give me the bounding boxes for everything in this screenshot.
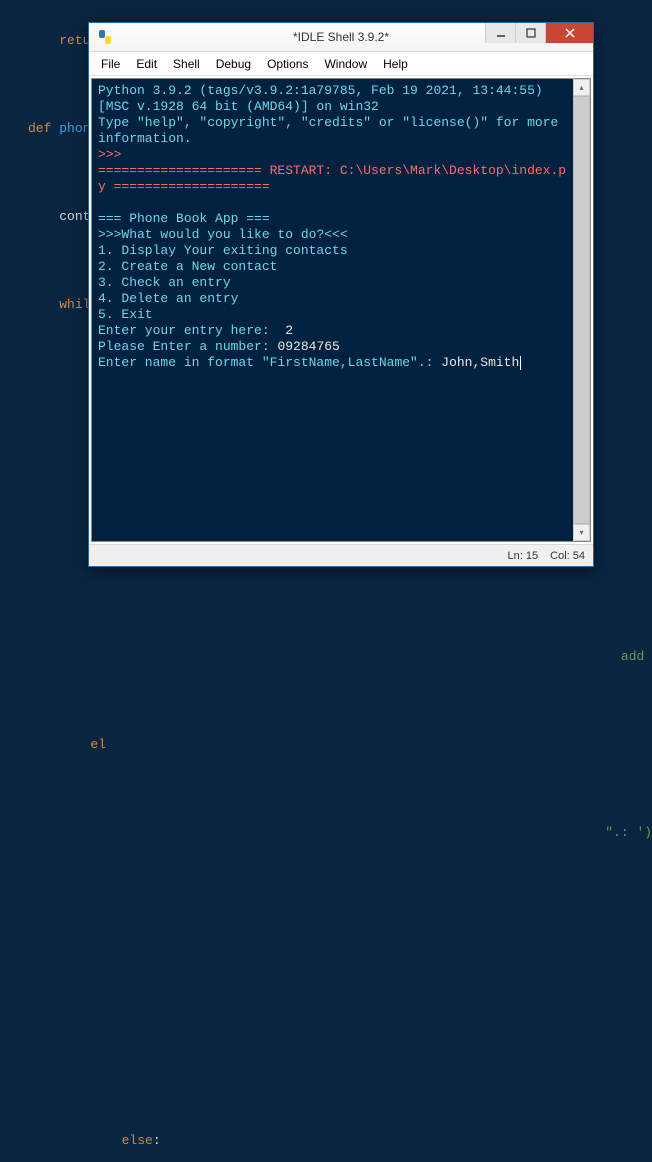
status-col: Col: 54 xyxy=(550,550,585,562)
menu-options[interactable]: Options xyxy=(259,54,316,74)
shell-output[interactable]: Python 3.9.2 (tags/v3.9.2:1a79785, Feb 1… xyxy=(92,79,573,541)
maximize-button[interactable] xyxy=(515,23,545,43)
restart-line: ===================== RESTART: C:\Users\… xyxy=(98,163,566,194)
status-line: Ln: 15 xyxy=(508,550,539,562)
entry-value: 2 xyxy=(285,323,293,338)
menu-opt-3: 3. Check an entry xyxy=(98,275,231,290)
number-prompt: Please Enter a number: xyxy=(98,339,277,354)
menu-debug[interactable]: Debug xyxy=(208,54,259,74)
menu-help[interactable]: Help xyxy=(375,54,416,74)
kw-def: def xyxy=(28,121,51,136)
menu-opt-2: 2. Create a New contact xyxy=(98,259,277,274)
q-text: What would you like to do? xyxy=(121,227,324,242)
text-cursor xyxy=(520,356,521,370)
statusbar: Ln: 15 Col: 54 xyxy=(89,544,593,566)
prompt: >>> xyxy=(98,147,121,162)
app-title: === Phone Book App === xyxy=(98,211,270,226)
python-icon xyxy=(97,29,113,45)
name-value: John,Smith xyxy=(441,355,519,370)
str-quote: ".: ') xyxy=(605,825,652,840)
python-banner-1: Python 3.9.2 (tags/v3.9.2:1a79785, Feb 1… xyxy=(98,83,543,98)
python-banner-2: [MSC v.1928 64 bit (AMD64)] on win32 xyxy=(98,99,379,114)
entry-prompt: Enter your entry here: xyxy=(98,323,285,338)
titlebar[interactable]: *IDLE Shell 3.9.2* xyxy=(89,23,593,52)
idle-shell-window: *IDLE Shell 3.9.2* File Edit Shell Debug… xyxy=(88,22,594,567)
str-add: add a xyxy=(613,649,652,664)
menu-opt-4: 4. Delete an entry xyxy=(98,291,238,306)
menubar: File Edit Shell Debug Options Window Hel… xyxy=(89,52,593,76)
scroll-up-arrow[interactable]: ▴ xyxy=(573,79,590,96)
menu-file[interactable]: File xyxy=(93,54,128,74)
window-controls xyxy=(485,23,593,43)
close-button[interactable] xyxy=(545,23,593,43)
name-prompt: Enter name in format "FirstName,LastName… xyxy=(98,355,441,370)
menu-opt-1: 1. Display Your exiting contacts xyxy=(98,243,348,258)
number-value: 09284765 xyxy=(277,339,339,354)
scroll-thumb[interactable] xyxy=(573,96,590,524)
menu-opt-5: 5. Exit xyxy=(98,307,153,322)
q-suffix: <<< xyxy=(324,227,347,242)
scroll-track[interactable] xyxy=(573,96,590,524)
menu-edit[interactable]: Edit xyxy=(128,54,165,74)
python-banner-3: Type "help", "copyright", "credits" or "… xyxy=(98,115,566,146)
vertical-scrollbar[interactable]: ▴ ▾ xyxy=(573,79,590,541)
scroll-down-arrow[interactable]: ▾ xyxy=(573,524,590,541)
kw-el: el xyxy=(90,737,106,752)
menu-window[interactable]: Window xyxy=(316,54,375,74)
q-prefix: >>> xyxy=(98,227,121,242)
menu-shell[interactable]: Shell xyxy=(165,54,208,74)
minimize-button[interactable] xyxy=(485,23,515,43)
kw-else: else xyxy=(122,1133,153,1148)
